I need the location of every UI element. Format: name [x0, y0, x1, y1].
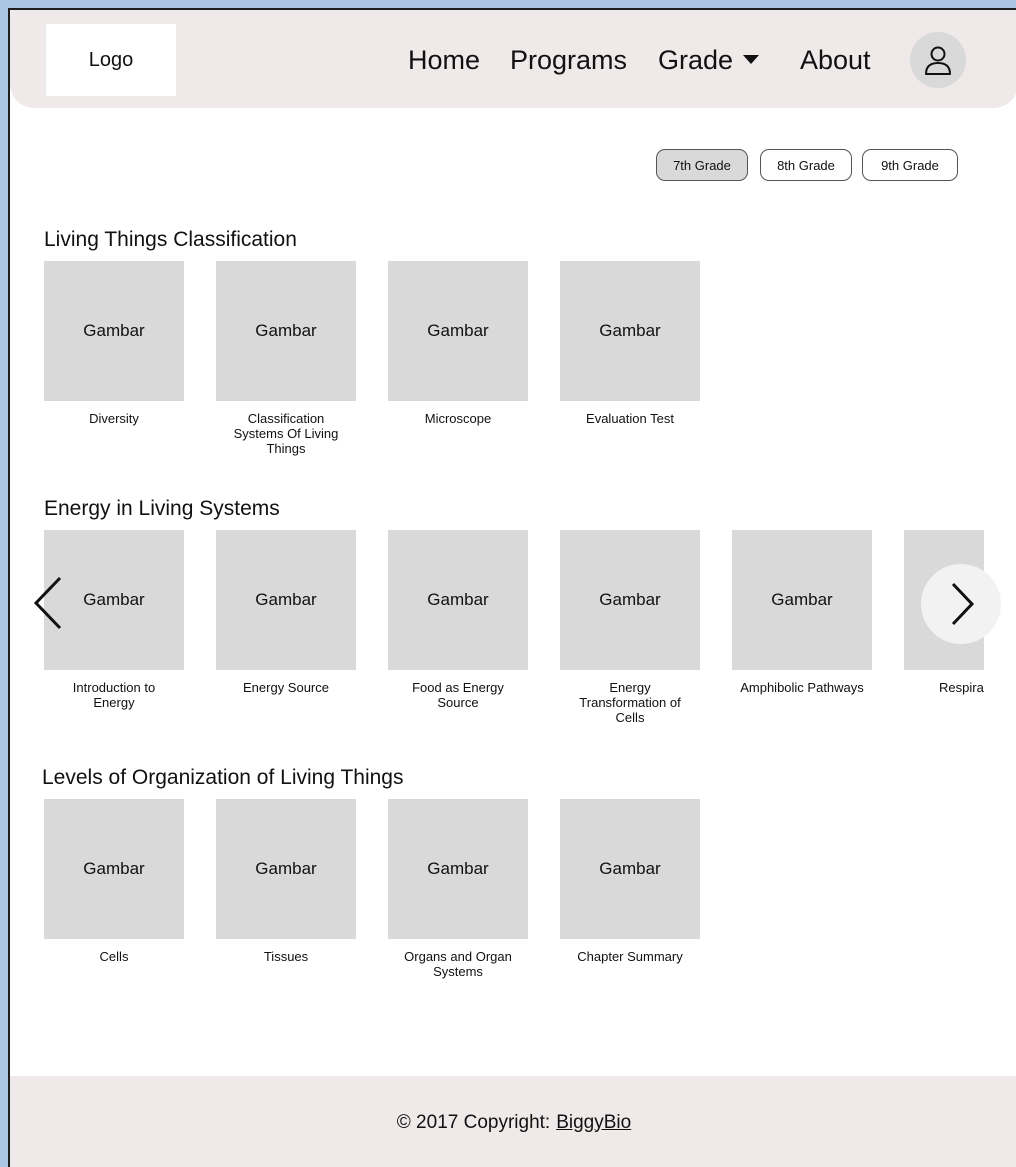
image-placeholder: Gambar	[732, 530, 872, 670]
card-evaluation-test[interactable]: Gambar Evaluation Test	[560, 261, 700, 426]
card-amphibolic-pathways[interactable]: Gambar Amphibolic Pathways	[732, 530, 872, 695]
image-placeholder: Gambar	[388, 799, 528, 939]
image-placeholder: Gambar	[560, 261, 700, 401]
carousel-next-button[interactable]	[921, 564, 1001, 644]
image-placeholder: Gambar	[216, 530, 356, 670]
caret-down-icon	[743, 55, 760, 65]
header: Logo Home Programs Grade About	[10, 10, 1016, 108]
card-energy-transformation[interactable]: Gambar Energy Transformation of Cells	[560, 530, 700, 725]
chevron-left-icon	[33, 576, 62, 630]
card-cells[interactable]: Gambar Cells	[44, 799, 184, 964]
copyright-text: © 2017 Copyright:	[396, 1111, 551, 1133]
card-label: Classification Systems Of Living Things	[233, 411, 339, 456]
card-label: Introduction to Energy	[72, 680, 156, 710]
image-placeholder: Gambar	[560, 799, 700, 939]
card-microscope[interactable]: Gambar Microscope	[388, 261, 528, 426]
card-label: Tissues	[263, 949, 309, 964]
nav-about[interactable]: About	[800, 40, 871, 80]
card-energy-source[interactable]: Gambar Energy Source	[216, 530, 356, 695]
image-placeholder: Gambar	[44, 799, 184, 939]
page-frame: Logo Home Programs Grade About 7th Grade…	[8, 8, 1016, 1167]
carousel-prev-button[interactable]	[28, 573, 68, 633]
grade-9th-pill[interactable]: 9th Grade	[862, 149, 958, 181]
card-food-as-energy-source[interactable]: Gambar Food as Energy Source	[388, 530, 528, 710]
card-label: Energy Source	[243, 680, 329, 695]
card-diversity[interactable]: Gambar Diversity	[44, 261, 184, 426]
card-label: Cells	[99, 949, 129, 964]
nav-grade-label: Grade	[658, 45, 734, 75]
image-placeholder: Gambar	[44, 261, 184, 401]
brand-link[interactable]: BiggyBio	[556, 1112, 631, 1134]
grade-7th-pill[interactable]: 7th Grade	[656, 149, 748, 181]
nav-grade-dropdown[interactable]: Grade	[658, 40, 760, 80]
image-placeholder: Gambar	[560, 530, 700, 670]
card-organs[interactable]: Gambar Organs and Organ Systems	[388, 799, 528, 979]
footer: © 2017 Copyright: BiggyBio	[10, 1076, 1016, 1167]
user-icon	[925, 46, 951, 75]
grade-8th-pill[interactable]: 8th Grade	[760, 149, 852, 181]
image-placeholder: Gambar	[216, 799, 356, 939]
card-chapter-summary[interactable]: Gambar Chapter Summary	[560, 799, 700, 964]
nav-home[interactable]: Home	[408, 40, 480, 80]
card-label: Energy Transformation of Cells	[579, 680, 681, 725]
image-placeholder: Gambar	[388, 261, 528, 401]
image-placeholder: Gambar	[216, 261, 356, 401]
card-label: Organs and Organ Systems	[404, 949, 512, 979]
card-label: Evaluation Test	[586, 411, 674, 426]
card-label: Amphibolic Pathways	[740, 680, 864, 695]
section-title-classification: Living Things Classification	[44, 228, 297, 251]
logo[interactable]: Logo	[46, 24, 176, 96]
card-label: Respira	[939, 680, 984, 695]
card-classification-systems[interactable]: Gambar Classification Systems Of Living …	[216, 261, 356, 456]
card-label: Microscope	[424, 411, 492, 426]
card-tissues[interactable]: Gambar Tissues	[216, 799, 356, 964]
section-title-organization: Levels of Organization of Living Things	[42, 766, 404, 789]
nav-programs[interactable]: Programs	[510, 40, 627, 80]
card-label: Chapter Summary	[577, 949, 683, 964]
image-placeholder: Gambar	[388, 530, 528, 670]
section-title-energy: Energy in Living Systems	[44, 497, 280, 520]
card-label: Diversity	[89, 411, 139, 426]
chevron-right-icon	[951, 582, 975, 626]
profile-button[interactable]	[910, 32, 966, 88]
card-label: Food as Energy Source	[412, 680, 504, 710]
